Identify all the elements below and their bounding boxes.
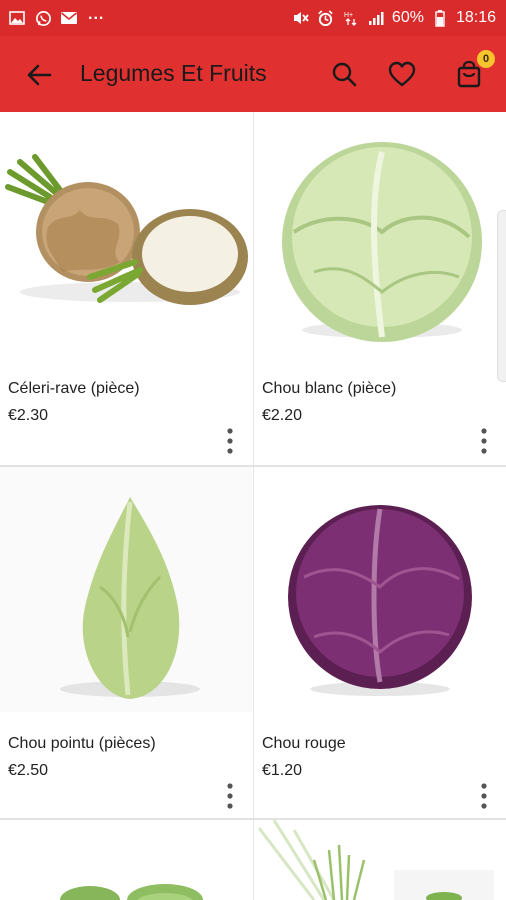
- whatsapp-icon: [34, 9, 52, 27]
- more-vertical-icon: [227, 783, 233, 809]
- product-more-button[interactable]: [218, 779, 242, 813]
- product-card[interactable]: Chou pointu (pièces) €2.50: [0, 467, 252, 817]
- svg-text:H+: H+: [344, 12, 353, 19]
- more-vertical-icon: [481, 783, 487, 809]
- product-price: €2.30: [8, 407, 49, 424]
- heart-icon: [388, 61, 416, 87]
- more-vertical-icon: [227, 428, 233, 454]
- arrow-left-icon: [27, 64, 52, 86]
- clock: 18:16: [455, 9, 496, 26]
- more-notifications: ...: [88, 6, 105, 23]
- product-name: Chou rouge: [262, 735, 346, 752]
- product-price: €1.20: [262, 762, 303, 779]
- data-transfer-icon: H+: [342, 9, 360, 27]
- product-image-pointed-cabbage[interactable]: [0, 467, 252, 712]
- status-bar: ... H+ 60% 18:16: [0, 0, 506, 36]
- cart-count-badge: 0: [477, 50, 495, 68]
- product-image-red-cabbage[interactable]: [254, 467, 506, 712]
- product-price: €2.20: [262, 407, 303, 424]
- page-title: Legumes Et Fruits: [80, 60, 267, 86]
- alarm-icon: [317, 9, 335, 27]
- more-vertical-icon: [481, 428, 487, 454]
- mail-icon: [60, 9, 78, 27]
- product-more-button[interactable]: [472, 424, 496, 458]
- product-image-celeriac[interactable]: [0, 112, 252, 357]
- product-name: Chou pointu (pièces): [8, 735, 156, 752]
- product-card[interactable]: Chou blanc (pièce) €2.20: [254, 112, 506, 464]
- signal-icon: [367, 9, 385, 27]
- product-card[interactable]: [0, 820, 252, 900]
- back-button[interactable]: [22, 58, 56, 92]
- battery-icon: [431, 9, 449, 27]
- mute-icon: [292, 9, 310, 27]
- product-price: €2.50: [8, 762, 49, 779]
- product-image-green-vegetable[interactable]: [0, 820, 252, 900]
- app-toolbar: Legumes Et Fruits 0: [0, 36, 506, 112]
- status-bar-system: H+ 60% 18:16: [292, 0, 496, 36]
- favorites-button[interactable]: [384, 56, 420, 92]
- search-button[interactable]: [326, 56, 362, 92]
- search-icon: [332, 62, 357, 87]
- status-bar-notifications: ...: [0, 6, 105, 27]
- gallery-icon: [8, 9, 26, 27]
- scrollbar[interactable]: [497, 210, 506, 382]
- product-name: Céleri-rave (pièce): [8, 380, 140, 397]
- product-name: Chou blanc (pièce): [262, 380, 397, 397]
- product-more-button[interactable]: [472, 779, 496, 813]
- product-image-leek[interactable]: [254, 820, 506, 900]
- product-card[interactable]: Chou rouge €1.20: [254, 467, 506, 817]
- cart-button[interactable]: 0: [451, 50, 495, 92]
- product-card[interactable]: [254, 820, 506, 900]
- battery-percent: 60%: [391, 9, 424, 26]
- product-more-button[interactable]: [218, 424, 242, 458]
- product-card[interactable]: Céleri-rave (pièce) €2.30: [0, 112, 252, 464]
- product-image-white-cabbage[interactable]: [254, 112, 506, 357]
